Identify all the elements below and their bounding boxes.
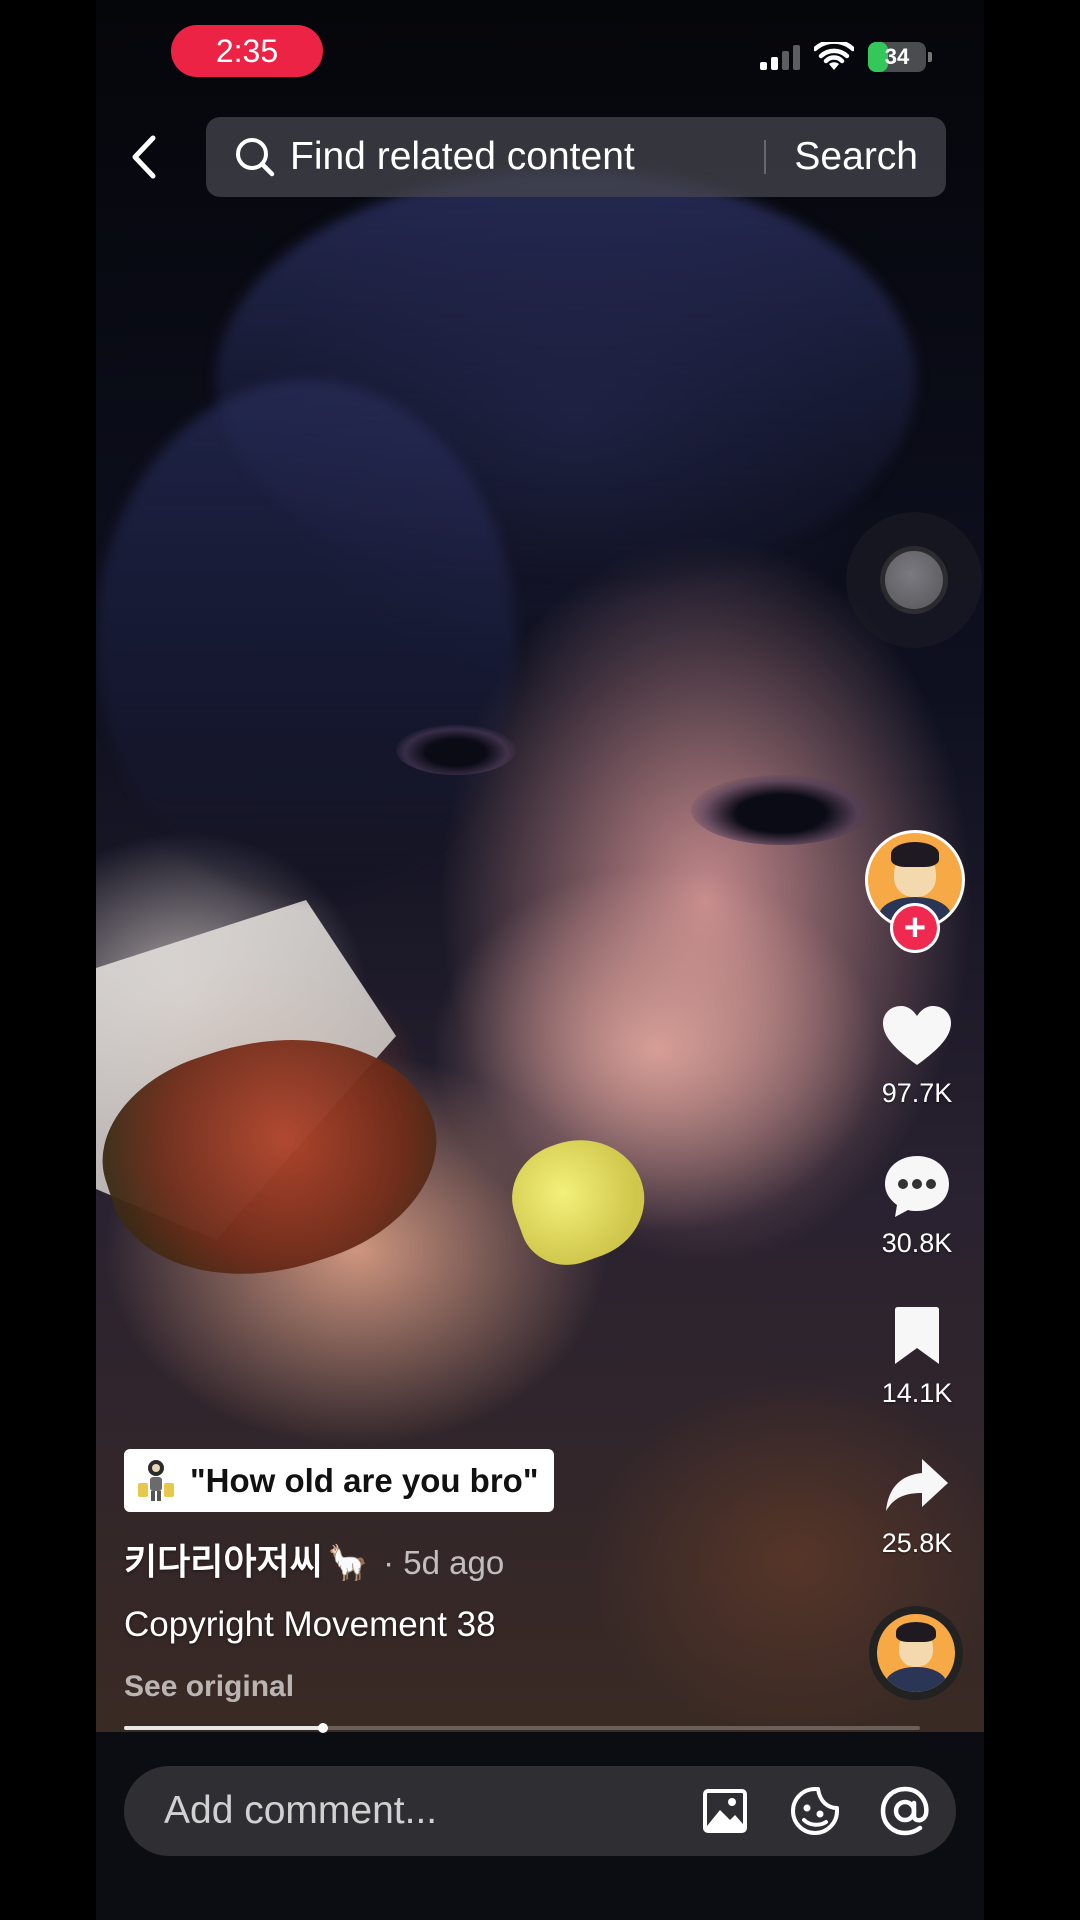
comment-bubble-icon (885, 1156, 949, 1217)
author-row: 키다리아저씨 🦙 · 5d ago (124, 1533, 504, 1585)
effect-chip[interactable]: "How old are you bro" (124, 1449, 555, 1512)
wifi-icon (814, 42, 854, 70)
search-icon (236, 138, 275, 177)
comment-button[interactable]: 30.8K (862, 1150, 972, 1259)
mention-button[interactable] (880, 1786, 930, 1836)
video-caption: Copyright Movement 38 (124, 1605, 496, 1644)
see-original-link[interactable]: See original (124, 1670, 294, 1704)
image-icon (703, 1789, 747, 1833)
like-button[interactable]: 97.7K (862, 1000, 972, 1109)
search-input[interactable]: Find related content (290, 135, 764, 179)
search-button[interactable]: Search (794, 135, 918, 179)
screen: 2:35 34 Find related content Search + 97… (0, 0, 1080, 1920)
back-button[interactable] (124, 132, 164, 182)
llama-emoji: 🦙 (326, 1543, 370, 1583)
video-progress-knob[interactable] (318, 1723, 328, 1733)
video-progress-bar[interactable] (124, 1723, 920, 1733)
like-count: 97.7K (881, 1078, 953, 1108)
share-arrow-icon (886, 1459, 948, 1511)
author-name[interactable]: 키다리아저씨 (124, 1533, 323, 1585)
music-disc[interactable] (869, 1606, 963, 1700)
share-count: 25.8K (881, 1528, 953, 1558)
effect-character-icon (138, 1459, 174, 1501)
status-time-text: 2:35 (215, 32, 279, 69)
assistive-touch-dot (880, 546, 948, 614)
share-button[interactable]: 25.8K (862, 1450, 972, 1559)
assistive-touch-button[interactable] (846, 512, 982, 648)
sticker-icon (791, 1787, 839, 1835)
hood-shape (96, 380, 516, 900)
bookmark-button[interactable]: 14.1K (862, 1300, 972, 1409)
cellular-signal-icon (760, 44, 800, 70)
search-bar[interactable]: Find related content Search (206, 117, 946, 197)
bookmark-count: 14.1K (881, 1378, 953, 1408)
sticker-button[interactable] (790, 1786, 840, 1836)
image-button[interactable] (700, 1786, 750, 1836)
plus-icon: + (903, 907, 927, 949)
chevron-left-icon (132, 135, 156, 179)
bookmark-icon (895, 1307, 939, 1364)
follow-button[interactable]: + (890, 903, 940, 953)
snack (497, 1121, 661, 1279)
left-eye (396, 725, 516, 775)
comment-count: 30.8K (881, 1228, 953, 1258)
battery-level: 34 (884, 44, 910, 69)
status-icons: 34 (760, 42, 932, 72)
video-progress-fill (124, 1726, 323, 1730)
effect-chip-text: "How old are you bro" (190, 1461, 539, 1499)
battery-icon: 34 (868, 42, 932, 72)
status-time: 2:35 (171, 25, 323, 77)
heart-icon (883, 1006, 951, 1065)
post-time: · 5d ago (383, 1544, 505, 1581)
phone-frame: 2:35 34 Find related content Search + 97… (96, 0, 984, 1920)
mention-icon (880, 1786, 929, 1836)
search-divider (764, 140, 767, 174)
comment-bar[interactable]: Add comment... (124, 1766, 956, 1856)
right-eye (691, 775, 871, 845)
comment-input[interactable]: Add comment... (164, 1789, 700, 1833)
